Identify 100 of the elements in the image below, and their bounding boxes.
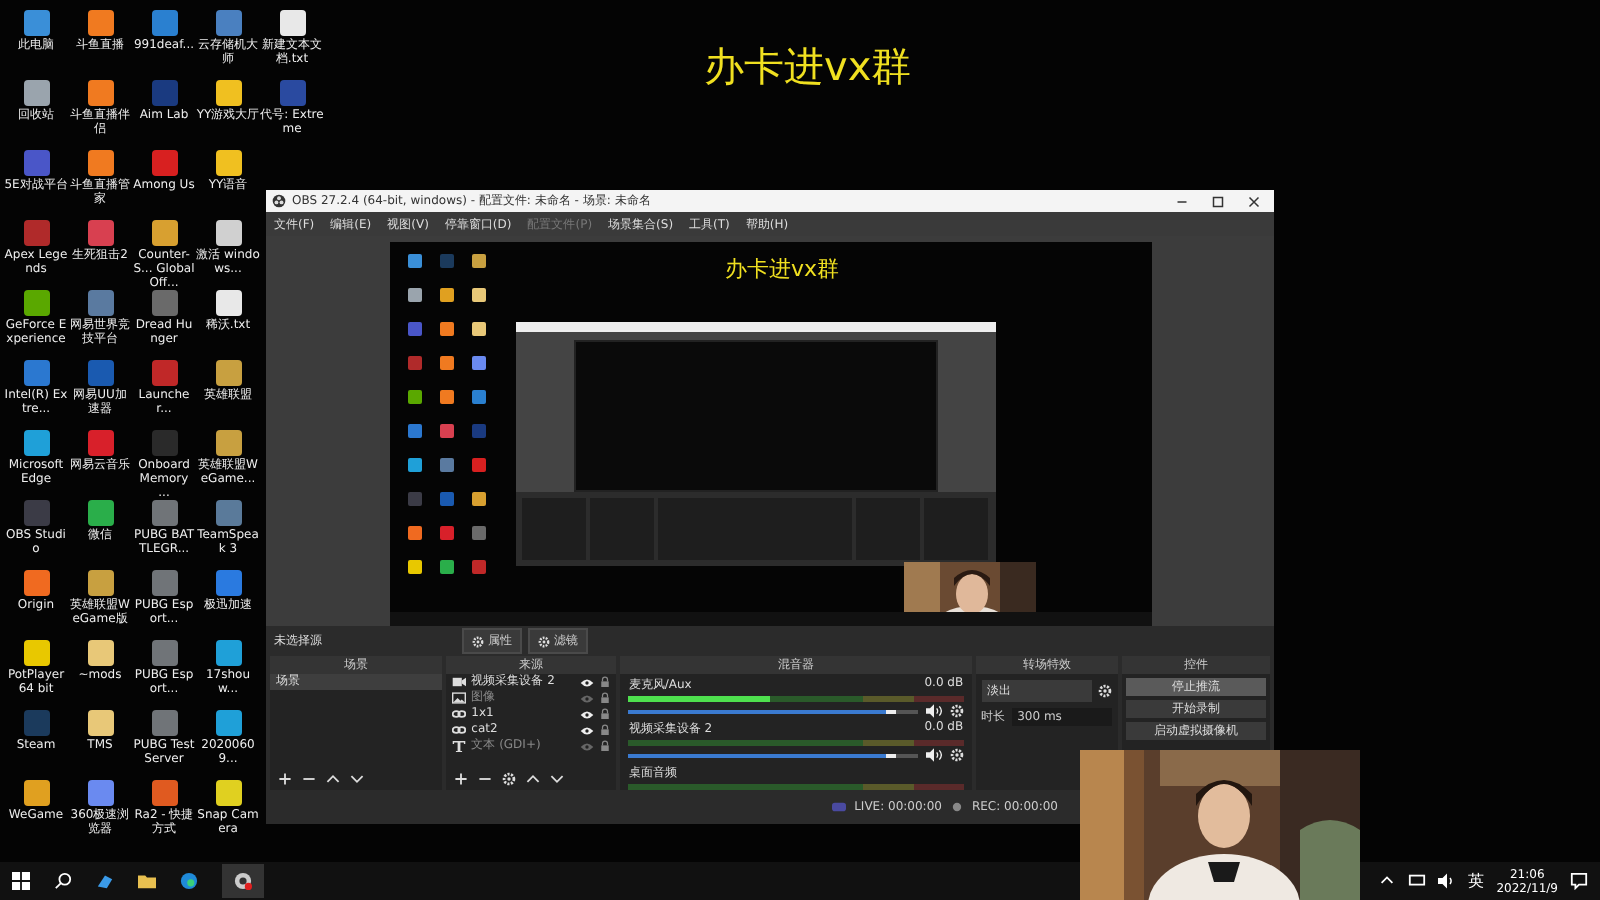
notification-icon[interactable] <box>1570 872 1588 890</box>
speaker-icon[interactable] <box>1438 872 1457 890</box>
search-icon[interactable] <box>54 872 72 890</box>
app-logo-icon <box>272 194 286 208</box>
app-icon <box>439 390 453 404</box>
folder-icon[interactable] <box>138 872 156 890</box>
app-icon <box>471 322 485 336</box>
minimize-icon[interactable] <box>1176 195 1188 207</box>
lock-icon[interactable] <box>600 740 611 752</box>
app-icon <box>471 492 485 506</box>
app-icon[interactable] <box>215 220 241 246</box>
text-icon <box>451 740 466 752</box>
app-icon[interactable] <box>87 710 113 736</box>
app-icon <box>407 526 421 540</box>
app-icon[interactable] <box>215 780 241 806</box>
app-icon <box>407 458 421 472</box>
lock-icon[interactable] <box>600 676 611 688</box>
app-icon[interactable] <box>23 640 49 666</box>
app-icon[interactable] <box>23 430 49 456</box>
app-icon[interactable] <box>87 150 113 176</box>
app-icon[interactable] <box>87 570 113 596</box>
app-icon[interactable] <box>215 290 241 316</box>
down-icon[interactable] <box>350 772 364 786</box>
record-icon <box>949 802 964 812</box>
windows-start-icon[interactable] <box>12 872 30 890</box>
remove-icon[interactable] <box>302 772 316 786</box>
add-icon[interactable] <box>453 772 468 786</box>
broadcast-icon <box>832 802 847 812</box>
app-icon[interactable] <box>215 150 241 176</box>
taskbar-button[interactable] <box>222 864 264 898</box>
edge-browser-icon[interactable] <box>180 872 198 890</box>
app-icon <box>439 492 453 506</box>
app-icon <box>407 424 421 438</box>
app-icon[interactable] <box>23 290 49 316</box>
app-icon <box>439 254 453 268</box>
lock-icon[interactable] <box>600 724 611 736</box>
app-icon <box>471 424 485 438</box>
app-icon <box>471 458 485 472</box>
app-icon <box>471 526 485 540</box>
app-icon[interactable] <box>87 10 113 36</box>
app-icon[interactable] <box>279 10 305 36</box>
app-icon[interactable] <box>23 10 49 36</box>
app-icon <box>471 288 485 302</box>
eye-icon[interactable] <box>580 709 595 719</box>
app-icon <box>471 560 485 574</box>
app-icon[interactable] <box>23 780 49 806</box>
preview-caption: 办卡进vx群 <box>725 254 840 284</box>
app-icon[interactable] <box>87 640 113 666</box>
up-icon[interactable] <box>326 772 340 786</box>
up-icon[interactable] <box>525 772 540 786</box>
gear-icon <box>472 635 484 647</box>
app-icon <box>407 492 421 506</box>
input-method-indicator[interactable]: 英 <box>1468 870 1485 892</box>
link-icon <box>451 708 466 720</box>
link-icon <box>451 724 466 736</box>
remove-icon[interactable] <box>477 772 492 786</box>
app-icon[interactable] <box>215 80 241 106</box>
app-icon[interactable] <box>23 80 49 106</box>
app-icon <box>439 560 453 574</box>
app-icon <box>439 356 453 370</box>
app-icon[interactable] <box>151 220 177 246</box>
app-icon <box>471 254 485 268</box>
app-icon[interactable] <box>215 640 241 666</box>
app-icon <box>407 254 421 268</box>
gear-icon[interactable] <box>949 748 964 762</box>
gear-icon[interactable] <box>501 772 516 786</box>
maximize-icon[interactable] <box>1212 195 1224 207</box>
app-icon <box>439 458 453 472</box>
app-icon[interactable] <box>215 710 241 736</box>
desktop-caption: 办卡进vx群 <box>704 40 912 94</box>
speaker-icon[interactable] <box>925 748 942 762</box>
app-icon <box>407 322 421 336</box>
app-icon[interactable] <box>87 80 113 106</box>
app-icon <box>407 560 421 574</box>
eye-icon[interactable] <box>580 677 595 687</box>
network-icon[interactable] <box>1408 872 1427 890</box>
app-icon <box>407 356 421 370</box>
gear-icon[interactable] <box>1098 684 1113 698</box>
add-icon[interactable] <box>278 772 292 786</box>
app-icon <box>407 288 421 302</box>
app-icon <box>439 288 453 302</box>
app-icon[interactable] <box>87 780 113 806</box>
gear-icon[interactable] <box>949 704 964 718</box>
eye-icon[interactable] <box>580 725 595 735</box>
lock-icon[interactable] <box>600 692 611 704</box>
app-icon[interactable] <box>96 872 114 890</box>
app-icon <box>439 322 453 336</box>
app-icon[interactable] <box>215 360 241 386</box>
app-icon[interactable] <box>87 500 113 526</box>
down-icon[interactable] <box>549 772 564 786</box>
app-icon <box>439 526 453 540</box>
app-icon[interactable] <box>215 430 241 456</box>
app-icon <box>471 356 485 370</box>
speaker-icon[interactable] <box>925 704 942 718</box>
app-icon[interactable] <box>23 570 49 596</box>
lock-icon[interactable] <box>600 708 611 720</box>
close-icon[interactable] <box>1248 195 1260 207</box>
image-icon <box>451 692 466 704</box>
app-logo-icon <box>234 872 252 890</box>
camera-icon <box>451 676 466 688</box>
